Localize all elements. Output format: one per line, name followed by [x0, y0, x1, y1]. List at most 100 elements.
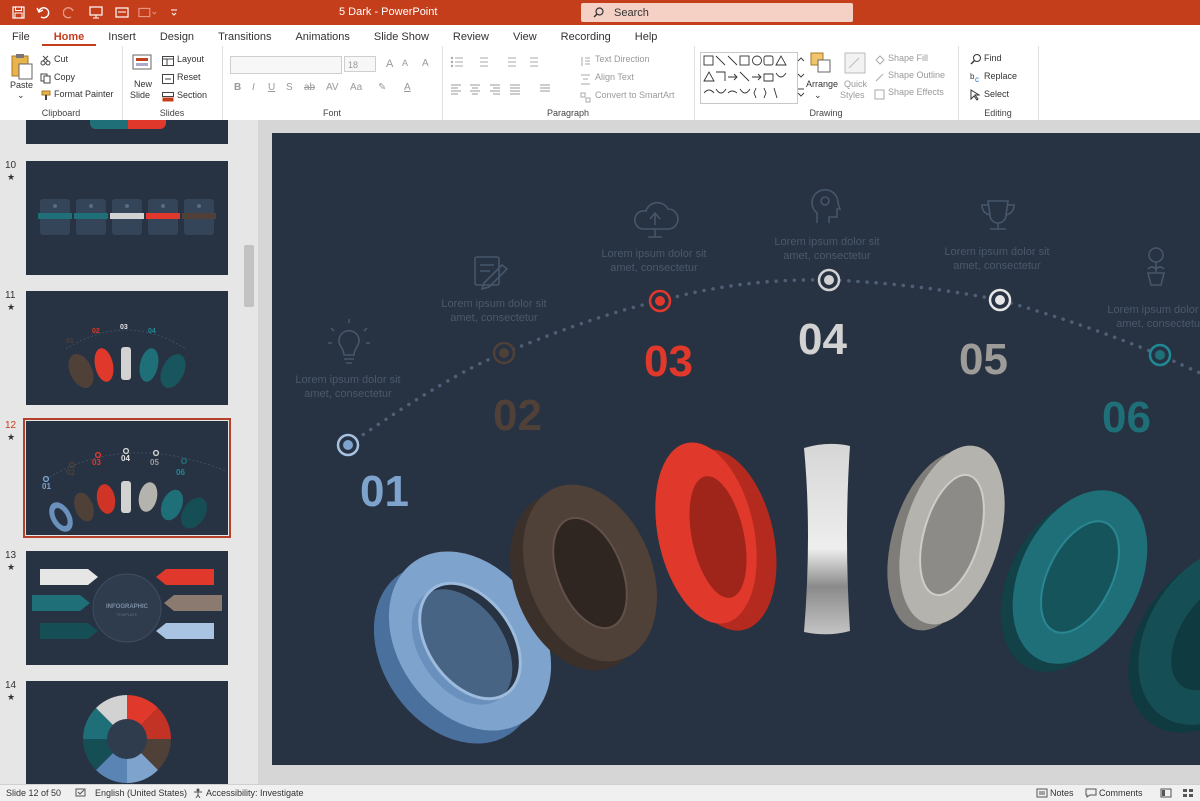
- shape-outline-icon[interactable]: [874, 70, 885, 88]
- arrange-chevron-icon[interactable]: ⌄: [814, 90, 822, 101]
- strikethrough-icon[interactable]: ab: [304, 82, 315, 93]
- select-icon[interactable]: [970, 88, 981, 106]
- character-spacing-icon[interactable]: AV: [326, 82, 339, 93]
- paste-button[interactable]: Paste: [10, 80, 33, 90]
- format-painter-icon[interactable]: [40, 88, 51, 106]
- rectangle-icon[interactable]: [138, 4, 158, 21]
- copy-button[interactable]: Copy: [54, 72, 75, 82]
- chevron-down-icon[interactable]: ⌄: [17, 90, 25, 101]
- redo-icon[interactable]: [60, 4, 80, 21]
- tab-insert[interactable]: Insert: [96, 31, 148, 46]
- reset-button[interactable]: Reset: [177, 72, 201, 82]
- convert-smartart-button[interactable]: Convert to SmartArt: [595, 90, 675, 100]
- font-size-select[interactable]: 18: [344, 56, 376, 72]
- spellcheck-icon[interactable]: [75, 788, 87, 800]
- font-name-select[interactable]: [230, 56, 342, 74]
- gallery-scroll-icon[interactable]: [797, 56, 805, 105]
- new-slide-button[interactable]: New: [134, 79, 152, 89]
- tab-file[interactable]: File: [0, 31, 42, 46]
- notes-icon[interactable]: [1036, 788, 1048, 800]
- accessibility-status[interactable]: Accessibility: Investigate: [206, 788, 304, 798]
- increase-font-icon[interactable]: A: [386, 58, 393, 70]
- tab-transitions[interactable]: Transitions: [206, 31, 283, 46]
- comments-icon[interactable]: [1085, 788, 1097, 800]
- bullets-icon[interactable]: [450, 55, 560, 73]
- cut-icon[interactable]: [40, 53, 51, 71]
- highlight-icon[interactable]: ✎: [378, 82, 386, 93]
- underline-icon[interactable]: U: [268, 82, 275, 93]
- quick-styles-button-line2[interactable]: Styles: [840, 90, 865, 100]
- quick-styles-button[interactable]: Quick: [844, 79, 867, 89]
- language-indicator[interactable]: English (United States): [95, 788, 187, 798]
- tab-design[interactable]: Design: [148, 31, 206, 46]
- shape-fill-button[interactable]: Shape Fill: [888, 53, 928, 63]
- layout-icon[interactable]: [162, 53, 174, 71]
- new-slide-icon[interactable]: [132, 52, 154, 79]
- section-icon[interactable]: [162, 89, 174, 107]
- find-button[interactable]: Find: [984, 53, 1002, 63]
- normal-view-icon[interactable]: [1160, 788, 1172, 800]
- tab-view[interactable]: View: [501, 31, 549, 46]
- scrollbar-thumb[interactable]: [244, 245, 254, 307]
- text-direction-icon[interactable]: [580, 54, 591, 72]
- accessibility-icon[interactable]: [192, 788, 204, 800]
- notes-button[interactable]: Notes: [1050, 788, 1074, 798]
- bold-icon[interactable]: B: [234, 82, 241, 93]
- slide-thumbnail-11[interactable]: 01 02 03 04: [26, 291, 228, 405]
- customize-toolbar-icon[interactable]: [164, 4, 184, 21]
- slide-counter[interactable]: Slide 12 of 50: [6, 788, 61, 798]
- shapes-gallery[interactable]: [700, 52, 798, 104]
- tab-recording[interactable]: Recording: [549, 31, 623, 46]
- layout-button[interactable]: Layout: [177, 54, 204, 64]
- clear-formatting-icon[interactable]: A: [422, 58, 429, 69]
- text-direction-button[interactable]: Text Direction: [595, 54, 650, 64]
- item-text-01: Lorem ipsum dolor sit amet, consectetur: [288, 373, 408, 401]
- cut-button[interactable]: Cut: [54, 54, 68, 64]
- slide-thumbnail-14[interactable]: [26, 681, 228, 784]
- arrange-button[interactable]: Arrange: [806, 79, 838, 89]
- format-painter-button[interactable]: Format Painter: [54, 89, 114, 99]
- tab-review[interactable]: Review: [441, 31, 501, 46]
- slide-thumbnail-10[interactable]: [26, 161, 228, 275]
- shadow-icon[interactable]: S: [286, 82, 293, 93]
- align-text-button[interactable]: Align Text: [595, 72, 634, 82]
- align-text-icon[interactable]: [580, 72, 591, 90]
- shape-effects-icon[interactable]: [874, 87, 885, 105]
- slide-sorter-icon[interactable]: [1182, 788, 1194, 800]
- slide-thumbnail-9[interactable]: [26, 120, 228, 144]
- decrease-font-icon[interactable]: A: [402, 58, 408, 68]
- tab-help[interactable]: Help: [623, 31, 670, 46]
- tab-animations[interactable]: Animations: [283, 31, 361, 46]
- tab-slide-show[interactable]: Slide Show: [362, 31, 441, 46]
- copy-icon[interactable]: [40, 71, 51, 89]
- tab-home[interactable]: Home: [41, 31, 97, 46]
- animation-star-icon: ★: [7, 692, 16, 702]
- shape-fill-icon[interactable]: [874, 53, 885, 71]
- shape-outline-button[interactable]: Shape Outline: [888, 70, 945, 80]
- alignment-icon[interactable]: [450, 82, 580, 100]
- slide-thumbnail-13[interactable]: INFOGRAPHIC TEMPLATE: [26, 551, 228, 665]
- reset-icon[interactable]: [162, 71, 174, 89]
- change-case-icon[interactable]: Aa: [350, 82, 362, 93]
- search-input[interactable]: Search: [581, 3, 853, 22]
- select-button[interactable]: Select: [984, 89, 1009, 99]
- shape-effects-button[interactable]: Shape Effects: [888, 87, 944, 97]
- italic-icon[interactable]: I: [252, 82, 255, 93]
- replace-button[interactable]: Replace: [984, 71, 1017, 81]
- replace-icon[interactable]: bc: [970, 70, 982, 88]
- comments-button[interactable]: Comments: [1099, 788, 1143, 798]
- present-from-beginning-icon[interactable]: [86, 4, 106, 21]
- thumbnail-scrollbar[interactable]: [244, 120, 256, 784]
- save-icon[interactable]: [8, 4, 28, 21]
- new-slide-button-line2[interactable]: Slide: [130, 90, 150, 100]
- slide-thumbnail-12[interactable]: 01 02 03 04 05 06: [23, 418, 231, 538]
- quick-styles-icon[interactable]: [844, 52, 866, 79]
- font-color-icon[interactable]: A: [404, 82, 411, 93]
- find-icon[interactable]: [970, 52, 982, 70]
- smartart-icon[interactable]: [580, 90, 591, 108]
- slide-canvas[interactable]: Lorem ipsum dolor sit amet, consectetur L…: [272, 133, 1200, 765]
- arrange-icon[interactable]: [810, 52, 832, 79]
- undo-icon[interactable]: [34, 4, 54, 21]
- shape-icon[interactable]: [112, 4, 132, 21]
- section-button[interactable]: Section: [177, 90, 207, 100]
